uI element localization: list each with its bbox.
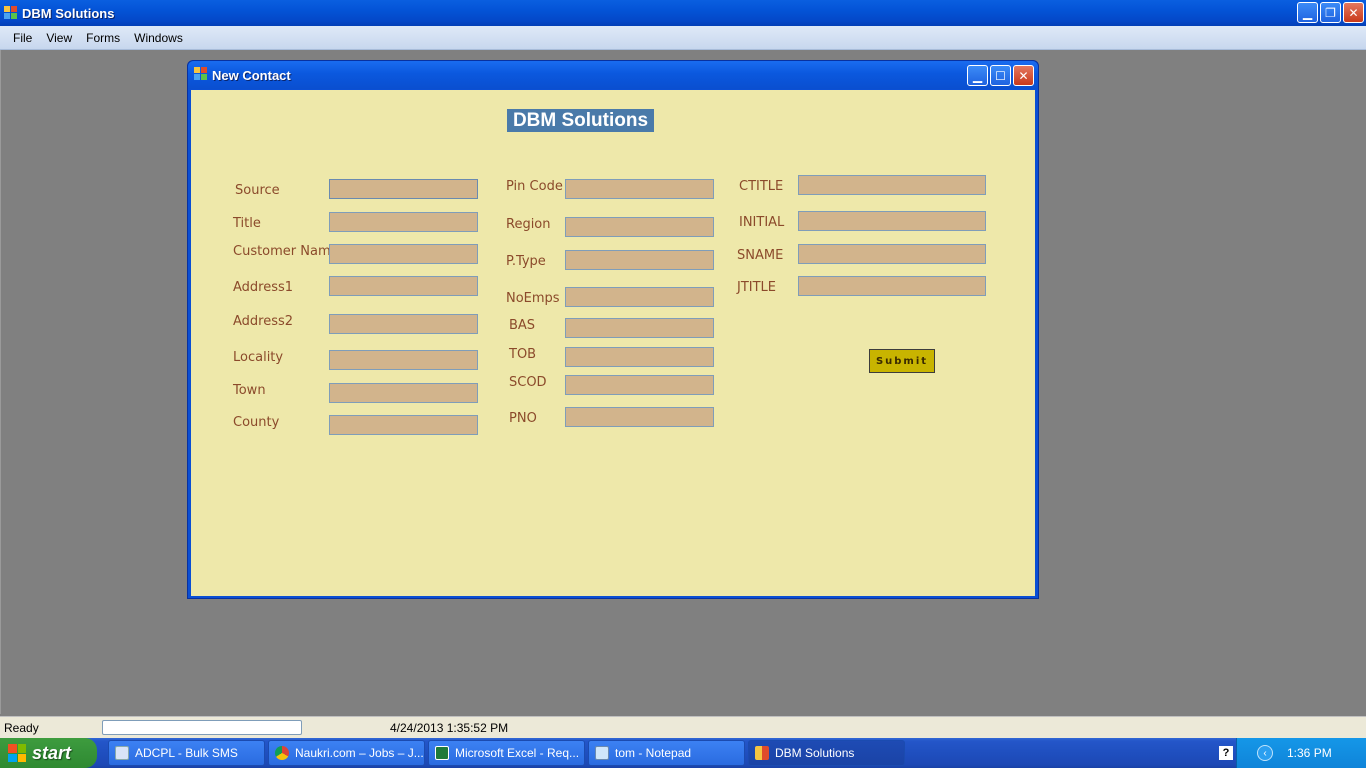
taskbar-item-label: tom - Notepad xyxy=(615,746,692,760)
statusbar: Ready 4/24/2013 1:35:52 PM xyxy=(0,716,1366,738)
close-icon: ✕ xyxy=(1018,68,1029,83)
app-title: DBM Solutions xyxy=(22,5,115,21)
menubar: File View Forms Windows xyxy=(0,26,1366,50)
minimize-icon: ▁ xyxy=(1302,5,1313,20)
taskbar-item-notepad[interactable]: tom - Notepad xyxy=(588,740,745,766)
show-hidden-icons-icon[interactable]: ‹ xyxy=(1257,745,1273,761)
start-label: start xyxy=(32,742,72,763)
menu-file[interactable]: File xyxy=(6,31,39,45)
region-input[interactable] xyxy=(565,217,714,237)
child-window-controls: ▁ ☐ ✕ xyxy=(967,65,1034,86)
form-body: DBM Solutions Source Title Customer Name… xyxy=(191,90,1035,596)
initial-input[interactable] xyxy=(798,211,986,231)
form-icon xyxy=(194,66,208,84)
new-contact-window: New Contact ▁ ☐ ✕ DBM Solutions Source T… xyxy=(187,60,1039,599)
child-minimize-button[interactable]: ▁ xyxy=(967,65,988,86)
label-scod: SCOD xyxy=(509,375,547,390)
app-icon xyxy=(4,6,18,20)
label-town: Town xyxy=(233,383,266,398)
sname-input[interactable] xyxy=(798,244,986,264)
notepad-icon xyxy=(595,746,609,760)
label-address2: Address2 xyxy=(233,314,294,329)
label-region: Region xyxy=(506,217,551,232)
label-jtitle: JTITLE xyxy=(737,280,777,295)
taskbar-item-excel[interactable]: Microsoft Excel - Req... xyxy=(428,740,585,766)
child-title: New Contact xyxy=(212,67,291,83)
label-noemps: NoEmps xyxy=(506,291,560,306)
ctitle-input[interactable] xyxy=(798,175,986,195)
label-p-type: P.Type xyxy=(506,254,546,269)
customer-name-input[interactable] xyxy=(329,244,478,264)
status-progress-bar xyxy=(102,720,302,735)
title-input[interactable] xyxy=(329,212,478,232)
system-tray: ? ‹ 1:36 PM xyxy=(1219,738,1366,768)
taskbar-item-label: DBM Solutions xyxy=(775,746,855,760)
pno-input[interactable] xyxy=(565,407,714,427)
scod-input[interactable] xyxy=(565,375,714,395)
window-icon xyxy=(115,746,129,760)
child-titlebar: New Contact ▁ ☐ ✕ xyxy=(188,61,1038,89)
status-text: Ready xyxy=(4,721,39,735)
windows-logo-icon xyxy=(8,744,26,762)
restore-button[interactable]: ❐ xyxy=(1320,2,1341,23)
status-datetime: 4/24/2013 1:35:52 PM xyxy=(390,721,509,735)
label-bas: BAS xyxy=(509,318,536,333)
submit-button[interactable]: Submit xyxy=(869,349,935,373)
excel-icon xyxy=(435,746,449,760)
minimize-button[interactable]: ▁ xyxy=(1297,2,1318,23)
locality-input[interactable] xyxy=(329,350,478,370)
taskbar-item-naukri[interactable]: Naukri.com – Jobs – J... xyxy=(268,740,425,766)
label-pin-code: Pin Code xyxy=(506,179,563,194)
label-county: County xyxy=(233,415,280,430)
taskbar: start ADCPL - Bulk SMS Naukri.com – Jobs… xyxy=(0,738,1366,768)
restore-icon: ❐ xyxy=(1325,5,1336,20)
p-type-input[interactable] xyxy=(565,250,714,270)
source-input[interactable] xyxy=(329,179,478,199)
child-maximize-button[interactable]: ☐ xyxy=(990,65,1011,86)
taskbar-item-dbm-solutions[interactable]: DBM Solutions xyxy=(748,740,905,766)
label-title: Title xyxy=(233,216,261,231)
label-sname: SNAME xyxy=(737,248,784,263)
label-ctitle: CTITLE xyxy=(739,179,784,194)
taskbar-item-label: Naukri.com – Jobs – J... xyxy=(295,746,424,760)
chrome-icon xyxy=(275,746,289,760)
address1-input[interactable] xyxy=(329,276,478,296)
pin-code-input[interactable] xyxy=(565,179,714,199)
label-source: Source xyxy=(235,183,280,198)
taskbar-item-label: ADCPL - Bulk SMS xyxy=(135,746,238,760)
app-titlebar: DBM Solutions ▁ ❐ ✕ xyxy=(0,0,1366,26)
tray-clock[interactable]: 1:36 PM xyxy=(1287,746,1332,760)
address2-input[interactable] xyxy=(329,314,478,334)
jtitle-input[interactable] xyxy=(798,276,986,296)
taskbar-item-bulk-sms[interactable]: ADCPL - Bulk SMS xyxy=(108,740,265,766)
start-button[interactable]: start xyxy=(0,738,97,768)
tob-input[interactable] xyxy=(565,347,714,367)
form-heading: DBM Solutions xyxy=(507,109,654,132)
close-icon: ✕ xyxy=(1348,5,1359,20)
menu-windows[interactable]: Windows xyxy=(127,31,190,45)
label-address1: Address1 xyxy=(233,280,294,295)
close-button[interactable]: ✕ xyxy=(1343,2,1364,23)
app-window-controls: ▁ ❐ ✕ xyxy=(1297,2,1364,23)
label-pno: PNO xyxy=(509,411,537,426)
label-customer-name: Customer Name xyxy=(233,244,339,259)
label-tob: TOB xyxy=(509,347,537,362)
minimize-icon: ▁ xyxy=(972,68,983,83)
town-input[interactable] xyxy=(329,383,478,403)
app-icon xyxy=(755,746,769,760)
maximize-icon: ☐ xyxy=(995,68,1006,83)
noemps-input[interactable] xyxy=(565,287,714,307)
menu-view[interactable]: View xyxy=(39,31,79,45)
bas-input[interactable] xyxy=(565,318,714,338)
child-close-button[interactable]: ✕ xyxy=(1013,65,1034,86)
taskbar-item-label: Microsoft Excel - Req... xyxy=(455,746,580,760)
label-initial: INITIAL xyxy=(739,215,785,230)
county-input[interactable] xyxy=(329,415,478,435)
menu-forms[interactable]: Forms xyxy=(79,31,127,45)
label-locality: Locality xyxy=(233,350,284,365)
help-icon[interactable]: ? xyxy=(1219,746,1233,760)
